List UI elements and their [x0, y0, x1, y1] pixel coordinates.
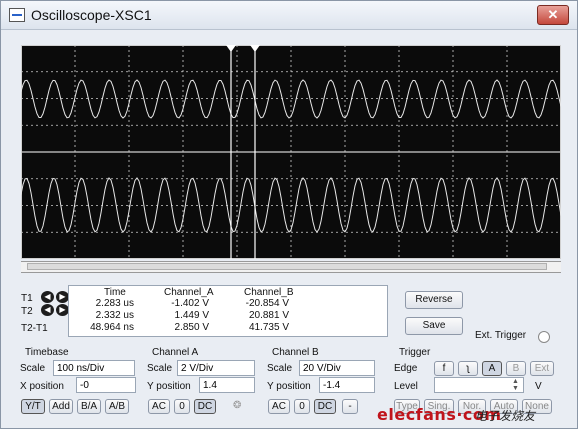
oscilloscope-window: Oscilloscope-XSC1 ✕ T1 ◀ ▶ T2 ◀ ▶ T2-T1 … — [0, 0, 578, 429]
t1-label: T1 — [21, 293, 33, 304]
readout-cell: 2.283 us — [95, 298, 134, 309]
readout-cell: 41.735 V — [248, 322, 289, 333]
edge-rising-button[interactable]: f — [434, 361, 454, 376]
horizontal-scrollbar[interactable] — [21, 261, 561, 273]
channel-a-ypos-label: Y position — [147, 381, 191, 392]
trigger-level-field[interactable] — [434, 377, 524, 393]
t2-label: T2 — [21, 306, 33, 317]
t1-left-arrow-icon[interactable]: ◀ — [41, 291, 54, 303]
mode-ba-button[interactable]: B/A — [77, 399, 101, 414]
channel-b-ac-button[interactable]: AC — [268, 399, 290, 414]
channel-a-ac-button[interactable]: AC — [148, 399, 170, 414]
readout-cell: -20.854 V — [245, 298, 289, 309]
trigger-source-ext-button[interactable]: Ext — [530, 361, 554, 376]
trigger-level-label: Level — [394, 381, 418, 392]
channel-a-header: Channel A — [152, 347, 199, 358]
t2t1-label: T2-T1 — [21, 323, 48, 334]
channel-a-scale-label: Scale — [147, 363, 173, 374]
cursor-t1-marker — [226, 45, 236, 52]
channel-b-invert-button[interactable]: - — [342, 399, 358, 414]
mode-ab-button[interactable]: A/B — [105, 399, 129, 414]
channel-b-scale-label: Scale — [267, 363, 293, 374]
level-spinner-icon[interactable]: ▲ ▼ — [512, 378, 519, 392]
save-button[interactable]: Save — [405, 317, 463, 335]
channel-b-zero-button[interactable]: 0 — [294, 399, 310, 414]
reverse-button[interactable]: Reverse — [405, 291, 463, 309]
trigger-level-unit: V — [535, 381, 542, 392]
timebase-scale-label: Scale — [20, 363, 46, 374]
channel-b-dc-button[interactable]: DC — [314, 399, 336, 414]
mode-add-button[interactable]: Add — [49, 399, 73, 414]
readout-header-channel-a: Channel_A — [164, 287, 214, 298]
x-position-label: X position — [20, 381, 64, 392]
t2-left-arrow-icon[interactable]: ◀ — [41, 304, 54, 316]
channel-a-scale-field[interactable]: 2 V/Div — [177, 360, 255, 376]
readout-cell: 2.850 V — [174, 322, 209, 333]
ext-trigger-label: Ext. Trigger — [475, 330, 527, 341]
scrollbar-thumb[interactable] — [27, 263, 547, 270]
channel-b-header: Channel B — [272, 347, 319, 358]
readout-header-time: Time — [104, 287, 126, 298]
readout-cell: 1.449 V — [174, 310, 209, 321]
trigger-source-a-button[interactable]: A — [482, 361, 502, 376]
readout-cell: 48.964 ns — [90, 322, 134, 333]
x-position-field[interactable]: -0 — [76, 377, 136, 393]
trigger-source-b-button[interactable]: B — [506, 361, 526, 376]
readout-header-channel-b: Channel_B — [244, 287, 294, 298]
channel-a-options-icon[interactable]: ❂ — [233, 400, 241, 411]
channel-a-ypos-field[interactable]: 1.4 — [199, 377, 255, 393]
readout-cell: 2.332 us — [95, 310, 134, 321]
channel-b-scale-field[interactable]: 20 V/Div — [299, 360, 375, 376]
channel-b-ypos-label: Y position — [267, 381, 311, 392]
scope-display — [20, 45, 562, 259]
edge-falling-button[interactable]: ʅ — [458, 361, 478, 376]
window-title: Oscilloscope-XSC1 — [31, 7, 152, 23]
scope-graph — [20, 45, 562, 259]
readout-cell: -1.402 V — [171, 298, 209, 309]
cursor-t2-marker — [250, 45, 260, 52]
elecfans-cn-logo: 电子发烧友 — [475, 409, 536, 423]
channel-b-ypos-field[interactable]: -1.4 — [319, 377, 375, 393]
oscilloscope-icon — [9, 8, 25, 22]
timebase-header: Timebase — [25, 347, 69, 358]
trigger-edge-label: Edge — [394, 363, 418, 374]
trigger-header: Trigger — [399, 347, 431, 358]
channel-a-zero-button[interactable]: 0 — [174, 399, 190, 414]
timebase-scale-field[interactable]: 100 ns/Div — [53, 360, 135, 376]
cursor-readout-table: Time Channel_A Channel_B 2.283 us -1.402… — [68, 285, 388, 337]
close-button[interactable]: ✕ — [537, 5, 569, 25]
channel-a-dc-button[interactable]: DC — [194, 399, 216, 414]
mode-yt-button[interactable]: Y/T — [21, 399, 45, 414]
readout-cell: 20.881 V — [248, 310, 289, 321]
ext-trigger-indicator[interactable] — [538, 331, 550, 343]
title-bar: Oscilloscope-XSC1 ✕ — [1, 1, 577, 30]
